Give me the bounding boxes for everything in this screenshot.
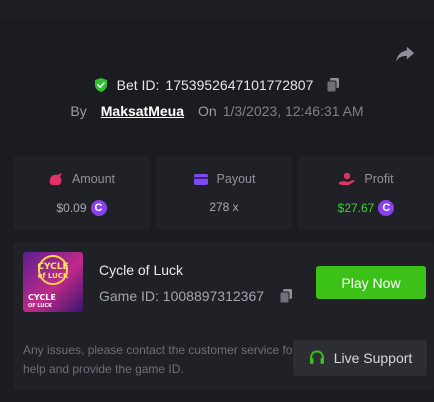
payout-value: 278 x [209, 200, 239, 214]
profit-value: $27.67 [337, 201, 375, 215]
coin-icon: C [378, 200, 395, 216]
payout-card: Payout 278 x [156, 156, 292, 230]
username-link[interactable]: MaksatMeua [101, 103, 184, 119]
amount-label: Amount [71, 172, 116, 186]
amount-value: $0.09 [56, 201, 87, 215]
top-band [0, 0, 434, 18]
card-icon [193, 173, 208, 185]
game-panel: CYCLE of LUCK CYCLE OF LUCK Cycle of Luc… [13, 242, 434, 390]
payout-label: Payout [216, 172, 256, 186]
profit-card: Profit $27.67 C [298, 156, 434, 230]
support-notice: Any issues, please contact the customer … [23, 343, 297, 376]
bet-datetime: 1/3/2023, 12:46:31 AM [222, 103, 364, 119]
copy-icon[interactable] [325, 77, 341, 93]
coin-icon: C [90, 200, 107, 216]
bag-icon [49, 173, 62, 185]
hand-coin-icon [339, 172, 356, 185]
thumb-sub-2: OF LUCK [28, 303, 53, 309]
profit-label: Profit [364, 172, 394, 186]
bet-id-value: 1753952647101772807 [165, 77, 314, 93]
game-thumbnail[interactable]: CYCLE of LUCK CYCLE OF LUCK [23, 252, 83, 312]
share-icon[interactable] [394, 44, 416, 64]
live-support-label: Live Support [333, 350, 413, 366]
headset-icon [309, 350, 324, 364]
live-support-button[interactable]: Live Support [293, 340, 427, 376]
bet-id-label: Bet ID: [116, 77, 160, 93]
bet-author-row: By MaksatMeua On 1/3/2023, 12:46:31 AM [0, 100, 434, 122]
amount-card: Amount $0.09 C [13, 156, 150, 230]
bet-id-row: Bet ID: 1753952647101772807 [0, 74, 434, 96]
game-name: Cycle of Luck [99, 262, 184, 278]
game-id-row: Game ID: 1008897312367 [99, 288, 294, 304]
copy-icon[interactable] [278, 288, 294, 304]
by-label: By [70, 103, 87, 119]
thumb-sub-1: CYCLE [28, 293, 56, 302]
thumb-title-1: CYCLE [37, 262, 68, 272]
play-now-button[interactable]: Play Now [316, 266, 426, 299]
game-id-value: 1008897312367 [162, 288, 265, 304]
on-label: On [198, 103, 217, 119]
shield-check-icon [94, 78, 107, 92]
thumb-title-2: of LUCK [38, 272, 69, 280]
game-id-label: Game ID: [99, 288, 159, 304]
